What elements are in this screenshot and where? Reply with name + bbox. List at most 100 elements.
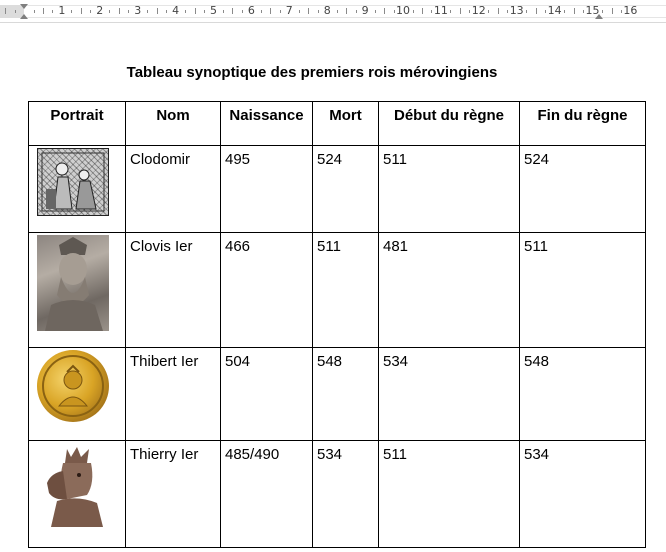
birth-cell: 504: [220, 347, 313, 441]
birth-cell: 485/490: [220, 440, 313, 548]
ruler-number: 2: [96, 4, 104, 17]
ruler-number: 10: [396, 4, 410, 17]
ruler-tick: [346, 8, 348, 14]
birth-cell: 466: [220, 232, 313, 348]
ruler-tick: [336, 10, 338, 13]
portrait-cell: [28, 440, 126, 548]
ruler-tick: [535, 8, 537, 14]
ruler-tick: [469, 10, 471, 13]
ruler-tick: [488, 10, 490, 13]
ruler-tick: [497, 8, 499, 14]
ruler-tick: [459, 8, 461, 14]
reign-end-cell: 524: [519, 145, 646, 233]
ruler-tick: [166, 10, 168, 13]
death-cell: 548: [312, 347, 379, 441]
table-row: Thierry Ier 485/490 534 511 534: [28, 440, 646, 548]
reign-end-cell: 511: [519, 232, 646, 348]
ruler-tick: [204, 10, 205, 13]
ruler-number: 9: [361, 4, 369, 17]
ruler-tick: [33, 10, 35, 13]
column-header-reign-start: Début du règne: [378, 101, 520, 146]
ruler-tick: [393, 10, 395, 13]
ruler-tick: [526, 10, 528, 13]
kings-table: Portrait Nom Naissance Mort Début du règ…: [28, 101, 646, 548]
ruler-tick: [602, 10, 603, 13]
ruler-tick: [431, 10, 433, 13]
birth-cell: 495: [220, 145, 313, 233]
ruler-number: 1: [58, 4, 66, 17]
reign-start-cell: 511: [378, 145, 520, 233]
reign-start-cell: 534: [378, 347, 520, 441]
ruler-number: 6: [247, 4, 255, 17]
ruler-tick: [573, 8, 575, 14]
table-row: Clovis Ier 466 511 481 511: [28, 232, 646, 348]
right-indent-marker[interactable]: [595, 14, 603, 19]
column-header-portrait: Portrait: [28, 101, 126, 146]
ruler-tick: [355, 10, 357, 13]
reign-start-cell: 511: [378, 440, 520, 548]
ruler-tick: [14, 10, 16, 13]
ruler-tick: [374, 10, 376, 13]
stone-statue-image[interactable]: [37, 235, 109, 331]
ruler-number: 4: [172, 4, 180, 17]
name-cell: Thierry Ier: [125, 440, 221, 548]
document-title: Tableau synoptique des premiers rois mér…: [126, 64, 498, 81]
ruler-tick: [412, 10, 414, 13]
ruler-tick: [317, 10, 319, 13]
ruler-tick: [384, 8, 385, 14]
ruler-tick: [128, 10, 130, 13]
ruler-number: 13: [509, 4, 524, 17]
reign-end-cell: 534: [519, 440, 646, 548]
ruler-tick: [90, 10, 92, 13]
ruler-tick: [308, 8, 310, 14]
ruler-tick: [564, 10, 566, 13]
column-header-reign-end: Fin du règne: [519, 101, 646, 146]
ruler-tick: [147, 10, 149, 13]
ruler-number: 7: [285, 4, 293, 17]
ruler-tick: [194, 8, 196, 14]
ruler-number: 12: [471, 4, 486, 17]
ruler-tick: [185, 10, 187, 13]
death-cell: 524: [312, 145, 379, 233]
ruler-tick: [241, 10, 243, 13]
ruler-number: 16: [623, 4, 638, 17]
portrait-cell: [28, 232, 126, 348]
ruler-tick: [118, 8, 120, 14]
ruler-track: [24, 5, 666, 18]
name-cell: Thibert Ier: [125, 347, 221, 441]
column-header-birth: Naissance: [220, 101, 313, 146]
ruler-number: 8: [323, 4, 331, 17]
reign-start-cell: 481: [378, 232, 520, 348]
crowned-king-engraving-image[interactable]: [37, 443, 109, 527]
ruler-tick: [232, 8, 234, 14]
ruler-tick: [71, 10, 73, 13]
ruler-tick: [260, 10, 262, 13]
ruler-tick: [109, 10, 111, 13]
ruler-number: 5: [210, 4, 217, 17]
portrait-cell: [28, 347, 126, 441]
name-cell: Clodomir: [125, 145, 221, 233]
ruler-tick: [507, 10, 509, 13]
name-cell: Clovis Ier: [125, 232, 221, 348]
ruler-number: 3: [134, 4, 142, 17]
ruler-number: 11: [433, 4, 448, 17]
ruler-tick: [620, 10, 622, 13]
ruler-tick: [80, 8, 82, 14]
gold-coin-image[interactable]: [37, 350, 109, 422]
table-row: Thibert Ier 504 548 534 548: [28, 347, 646, 441]
reign-end-cell: 548: [519, 347, 646, 441]
ruler-tick: [421, 8, 423, 14]
table-row: Clodomir 495 524 511 524: [28, 145, 646, 233]
death-cell: 534: [312, 440, 379, 548]
ruler-tick: [43, 8, 44, 14]
first-line-indent-marker[interactable]: [20, 4, 28, 9]
horizontal-ruler[interactable]: 1 2 3 4 5 6 7 8 9 10 11 12 13 14 15 16: [0, 0, 666, 23]
manuscript-miniature-image[interactable]: [37, 148, 109, 216]
ruler-tick: [270, 8, 272, 14]
hanging-indent-marker[interactable]: [20, 14, 28, 19]
column-header-name: Nom: [125, 101, 221, 146]
ruler-tick: [156, 8, 158, 14]
ruler-number: 14: [547, 4, 562, 17]
portrait-cell: [28, 145, 126, 233]
ruler-tick: [583, 10, 584, 13]
